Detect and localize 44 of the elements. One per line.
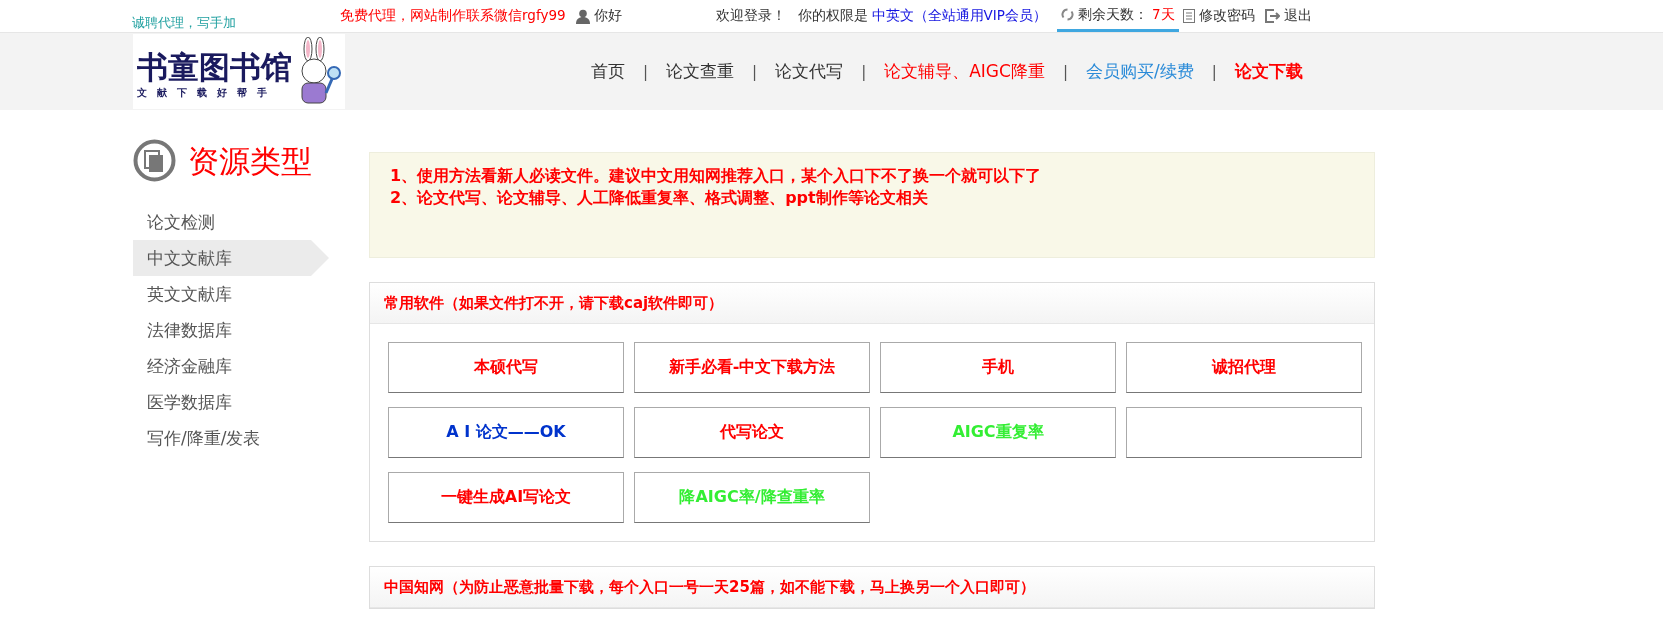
sidebar-item[interactable]: 中文文献库 bbox=[133, 240, 329, 276]
nav-link[interactable]: 论文代写 bbox=[775, 60, 844, 83]
permission-value: 中英文（全站通用VIP会员） bbox=[871, 7, 1047, 25]
days-label: 剩余天数： bbox=[1077, 5, 1148, 24]
sidebar-item[interactable]: 法律数据库 bbox=[133, 312, 329, 348]
days-value: 7天 bbox=[1151, 5, 1175, 24]
notice-text: 免费代理，网站制作联系微信rgfy99 bbox=[340, 7, 566, 25]
link-button[interactable]: 手机 bbox=[880, 342, 1116, 393]
nav-separator: | bbox=[1062, 62, 1068, 81]
nav-separator: | bbox=[861, 62, 867, 81]
greeting-text: 你好 bbox=[593, 7, 622, 25]
sidebar-title: 资源类型 bbox=[188, 142, 312, 181]
change-password-link[interactable]: 修改密码 bbox=[1198, 7, 1255, 25]
link-button[interactable]: 代写论文 bbox=[634, 407, 870, 458]
link-button[interactable]: 新手必看-中文下载方法 bbox=[634, 342, 870, 393]
nav-separator: | bbox=[643, 62, 649, 81]
sidebar-item[interactable]: 英文文献库 bbox=[133, 276, 329, 312]
link-button[interactable]: A I 论文——OK bbox=[388, 407, 624, 458]
nav-link[interactable]: 论文下载 bbox=[1234, 60, 1303, 83]
welcome-text: 欢迎登录！ bbox=[715, 7, 786, 25]
link-button[interactable]: 一键生成AI写论文 bbox=[388, 472, 624, 523]
logo-subtitle: 文献下载好帮手 bbox=[137, 85, 278, 100]
promo-text: 诚聘代理，写手加 bbox=[132, 14, 236, 32]
document-icon bbox=[1182, 9, 1195, 23]
sidebar-item[interactable]: 论文检测 bbox=[133, 204, 329, 240]
nav-separator: | bbox=[752, 62, 758, 81]
logout-icon bbox=[1264, 9, 1280, 23]
notice-text: 1、使用方法看新人必读文件。建议中文用知网推荐入口，某个入口下不了换一个就可以下了 bbox=[390, 165, 1043, 187]
nav-link[interactable]: 首页 bbox=[591, 60, 625, 83]
link-button[interactable]: 本硕代写 bbox=[388, 342, 624, 393]
link-button[interactable]: 诚招代理 bbox=[1126, 342, 1362, 393]
sidebar-item[interactable]: 医学数据库 bbox=[133, 384, 329, 420]
logout-link[interactable]: 退出 bbox=[1283, 7, 1312, 25]
refresh-icon bbox=[1060, 8, 1074, 21]
nav-link[interactable]: 论文辅导、AIGC降重 bbox=[884, 60, 1045, 83]
sidebar-item[interactable]: 经济金融库 bbox=[133, 348, 329, 384]
link-button[interactable] bbox=[1126, 407, 1362, 458]
nav-separator: | bbox=[1211, 62, 1217, 81]
permission-label: 你的权限是 bbox=[797, 7, 868, 25]
sidebar-item[interactable]: 写作/降重/发表 bbox=[133, 420, 329, 456]
notice-text: 2、论文代写、论文辅导、人工降低重复率、格式调整、ppt制作等论文相关 bbox=[390, 187, 929, 209]
user-icon bbox=[575, 8, 590, 24]
logo-title: 书童图书馆 bbox=[137, 47, 292, 86]
nav-link[interactable]: 论文查重 bbox=[666, 60, 735, 83]
